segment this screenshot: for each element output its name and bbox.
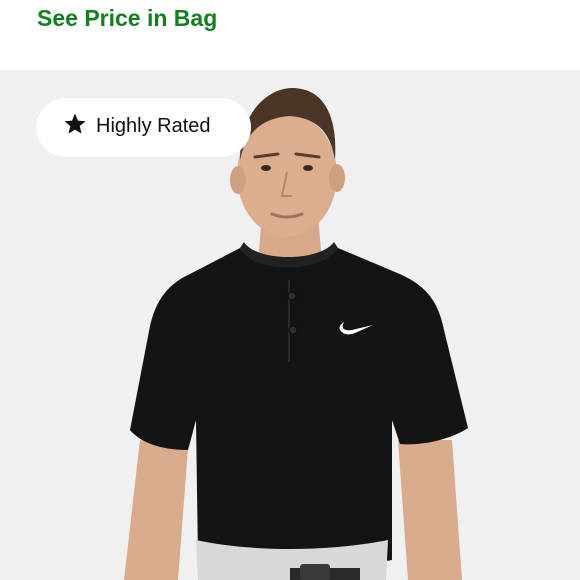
price-bar: See Price in Bag xyxy=(0,0,580,70)
belt-buckle xyxy=(300,564,330,580)
badge-label: Highly Rated xyxy=(96,115,211,137)
product-card: See Price in Bag Highly Rated xyxy=(0,0,580,580)
left-ear xyxy=(230,166,246,194)
right-ear xyxy=(329,164,345,192)
right-arm xyxy=(398,440,462,580)
see-price-in-bag-link[interactable]: See Price in Bag xyxy=(37,3,217,33)
highly-rated-badge: Highly Rated xyxy=(36,98,251,157)
shirt-button-top xyxy=(287,291,297,301)
right-eye xyxy=(303,165,313,171)
left-eye xyxy=(261,165,271,171)
shirt-button-bottom xyxy=(288,325,298,335)
left-arm xyxy=(124,440,188,580)
star-icon xyxy=(64,113,86,134)
